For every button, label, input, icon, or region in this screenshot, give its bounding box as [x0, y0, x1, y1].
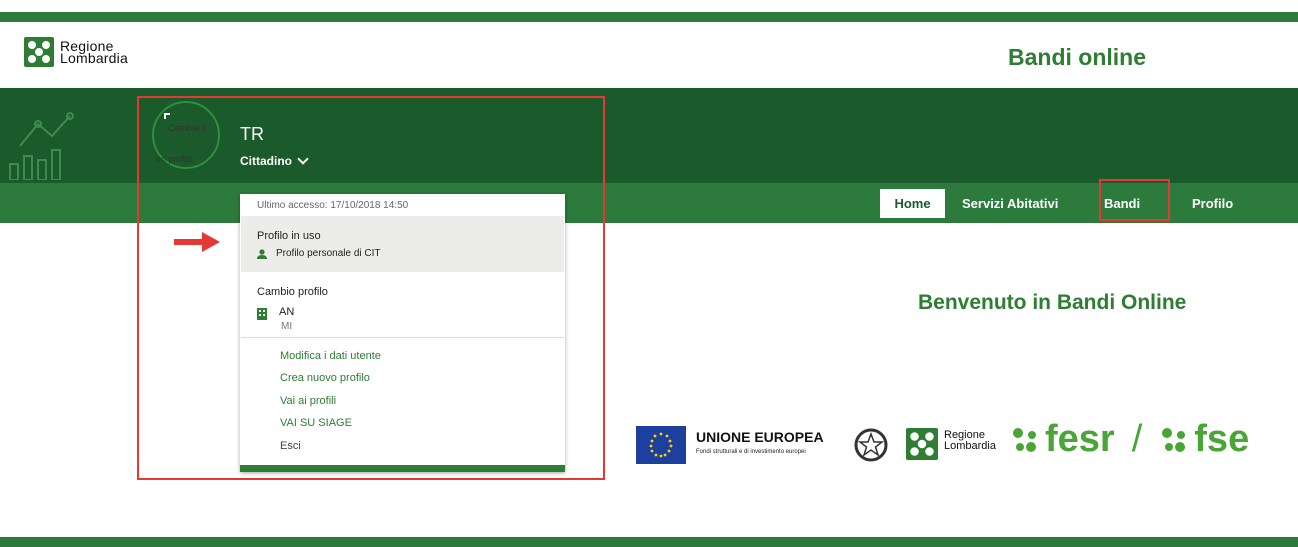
eu-flag-icon	[636, 426, 686, 464]
nav-home[interactable]: Home	[880, 189, 945, 218]
profile-highlight-box	[137, 96, 605, 480]
nav-profilo[interactable]: Profilo	[1192, 189, 1233, 218]
regione-lombardia-footer-text: Regione Lombardia	[944, 430, 996, 452]
fesr-text: fesr	[1045, 418, 1115, 460]
fse-logo-icon	[1162, 427, 1186, 452]
fesr-logo-icon	[1013, 427, 1036, 452]
welcome-title: Benvenuto in Bandi Online	[918, 291, 1187, 314]
red-arrow-icon	[174, 232, 220, 252]
italian-emblem-icon	[854, 428, 888, 462]
rl-footer-line2: Lombardia	[944, 440, 996, 452]
bottom-stripe	[0, 537, 1298, 547]
bandi-highlight-box	[1099, 179, 1170, 221]
eu-title: UNIONE EUROPEA	[696, 429, 824, 445]
eu-subtitle: Fondi strutturali e di investimento euro…	[696, 449, 806, 455]
regione-lombardia-logo[interactable]: Regione Lombardia	[24, 37, 128, 67]
logo-line2: Lombardia	[60, 50, 128, 66]
growth-chart-icon	[9, 112, 74, 180]
regione-lombardia-logo-icon	[24, 37, 54, 67]
fse-text: fse	[1194, 418, 1250, 460]
nav-servizi-abitativi[interactable]: Servizi Abitativi	[962, 189, 1058, 218]
logo-slash: /	[1131, 418, 1143, 460]
regione-lombardia-footer-logo-icon	[906, 428, 938, 460]
top-stripe	[0, 12, 1298, 22]
app-title: Bandi online	[1008, 44, 1146, 70]
fesr-fse-logos: fesr / fse	[1010, 418, 1249, 461]
logo-text: Regione Lombardia	[60, 39, 128, 66]
